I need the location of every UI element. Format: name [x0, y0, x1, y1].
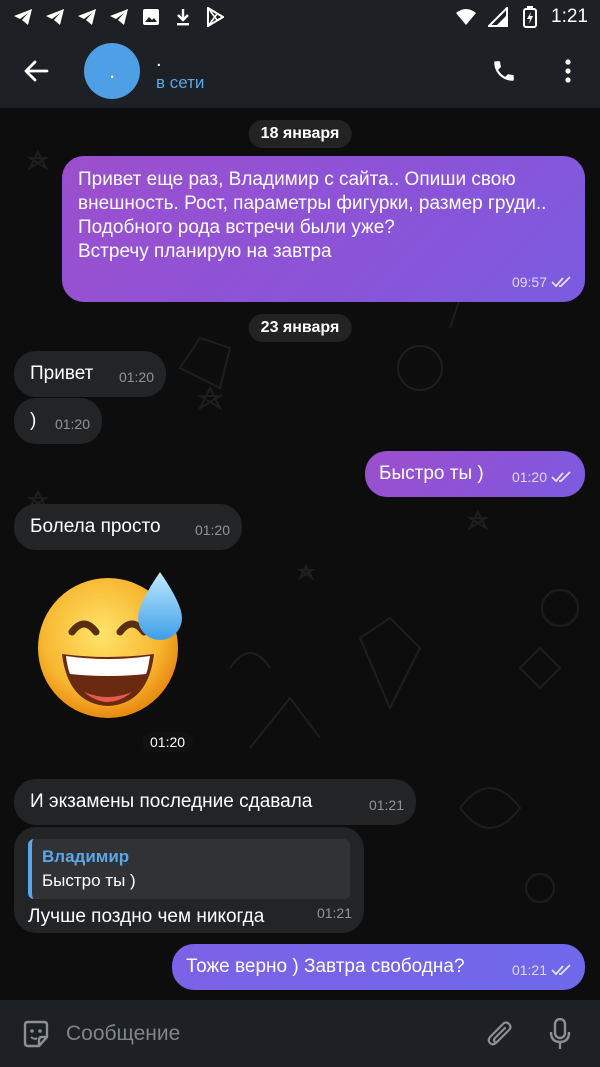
double-check-icon	[551, 964, 571, 976]
battery-icon	[519, 6, 541, 28]
sweat-smile-emoji-sticker[interactable]	[36, 570, 188, 722]
reply-text: Быстро ты )	[42, 871, 136, 890]
message-time: 01:20	[194, 522, 230, 538]
online-status: в сети	[156, 73, 205, 92]
avatar[interactable]: .	[84, 43, 140, 99]
incoming-message[interactable]: Привет 01:20	[14, 351, 166, 397]
message-text: Тоже верно ) Завтра свободна?	[186, 956, 465, 977]
outgoing-message[interactable]: Привет еще раз, Владимир с сайта.. Опиши…	[62, 156, 585, 302]
voice-record-button[interactable]	[530, 1004, 590, 1064]
message-time: 01:20	[54, 416, 90, 432]
date-separator: 23 января	[248, 314, 352, 342]
double-check-icon	[551, 276, 571, 288]
telegram-icon	[76, 6, 98, 28]
attach-button[interactable]	[470, 1004, 530, 1064]
paperclip-icon	[487, 1020, 512, 1045]
arrow-left-icon	[24, 60, 49, 82]
message-composer	[0, 1000, 600, 1067]
image-icon	[140, 6, 162, 28]
message-input[interactable]	[66, 1021, 470, 1046]
date-separator: 18 января	[248, 120, 352, 148]
telegram-icon	[12, 6, 34, 28]
message-list[interactable]: 18 января Привет еще раз, Владимир с сай…	[0, 108, 600, 1000]
play-store-icon	[204, 6, 226, 28]
message-time: 01:21	[368, 797, 404, 813]
outgoing-message[interactable]: Тоже верно ) Завтра свободна? 01:21	[172, 944, 585, 990]
sticker-emoji-icon	[23, 1020, 49, 1047]
message-text: И экзамены последние сдавала	[30, 791, 313, 812]
clock: 1:21	[551, 6, 588, 27]
message-text: Лучше поздно чем никогда	[28, 906, 265, 927]
reply-author: Владимир	[42, 847, 130, 866]
message-text: Привет еще раз, Владимир с сайта.. Опиши…	[78, 169, 547, 262]
wifi-icon	[455, 6, 477, 28]
status-bar: 1:21	[0, 0, 600, 34]
incoming-message[interactable]: И экзамены последние сдавала 01:21	[14, 779, 416, 825]
incoming-reply-message[interactable]: Владимир Быстро ты ) Лучше поздно чем ни…	[14, 827, 364, 933]
contact-name: .	[156, 49, 162, 71]
message-text: )	[30, 410, 37, 431]
message-time: 01:20	[511, 469, 547, 485]
incoming-message[interactable]: ) 01:20	[14, 398, 102, 444]
phone-icon	[494, 61, 514, 81]
signal-icon	[487, 6, 509, 28]
incoming-message[interactable]: Болела просто 01:20	[14, 504, 242, 550]
message-time: 01:21	[316, 905, 352, 921]
telegram-icon	[108, 6, 130, 28]
chat-title[interactable]: . в сети	[156, 49, 204, 93]
message-time: 09:57	[511, 274, 547, 290]
message-text: Привет	[30, 363, 94, 384]
more-vertical-icon	[565, 59, 571, 83]
menu-button[interactable]	[536, 34, 600, 108]
double-check-icon	[551, 471, 571, 483]
message-text: Быстро ты )	[379, 463, 484, 484]
download-icon	[172, 6, 194, 28]
chat-header: . . в сети	[0, 34, 600, 108]
message-time: 01:20	[118, 369, 154, 385]
notification-icons	[12, 6, 226, 28]
message-text: Болела просто	[30, 516, 161, 537]
outgoing-message[interactable]: Быстро ты ) 01:20	[365, 451, 585, 497]
telegram-icon	[44, 6, 66, 28]
microphone-icon	[549, 1017, 571, 1049]
message-time: 01:21	[511, 962, 547, 978]
message-time: 01:20	[142, 732, 194, 752]
emoji-button[interactable]	[10, 1008, 62, 1060]
call-button[interactable]	[472, 34, 536, 108]
back-button[interactable]	[0, 34, 72, 108]
reply-preview[interactable]: Владимир Быстро ты )	[28, 839, 350, 899]
